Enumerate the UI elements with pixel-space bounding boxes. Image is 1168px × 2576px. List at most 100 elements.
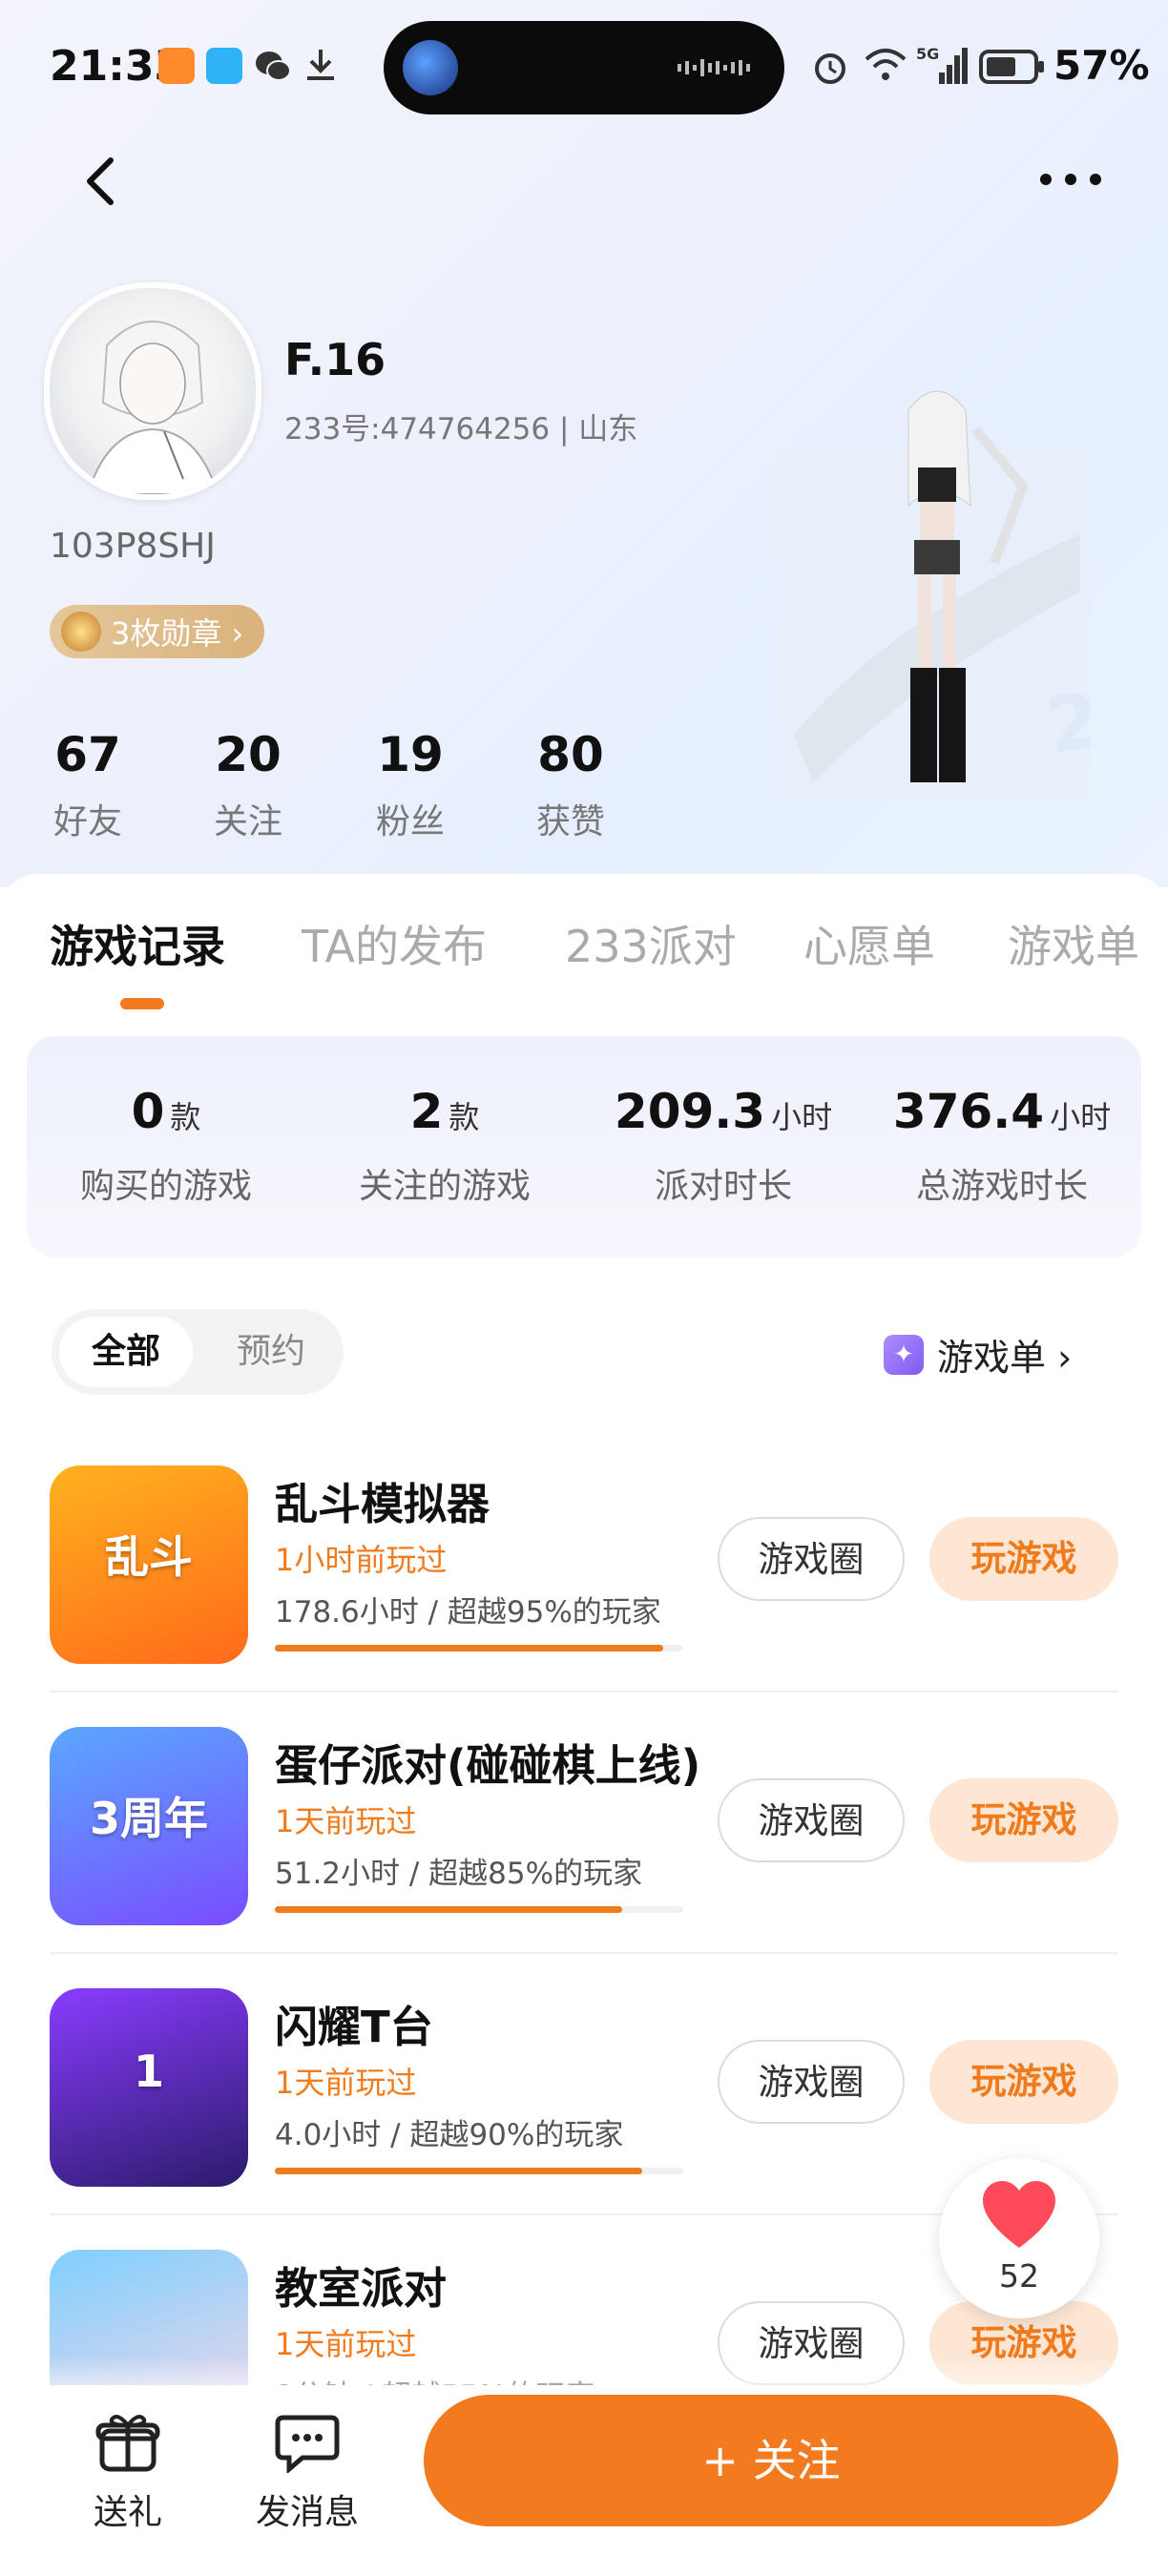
- tab-233-party[interactable]: 233派对: [565, 912, 737, 975]
- last-played: 1天前玩过: [275, 2065, 417, 2101]
- rank-progress-track: [275, 2168, 683, 2174]
- summary-value: 376.4: [892, 1084, 1045, 1139]
- follow-button[interactable]: + 关注: [424, 2395, 1118, 2526]
- summary-purchased[interactable]: 0款 购买的游戏: [27, 1036, 305, 1257]
- more-options-button[interactable]: [1032, 160, 1109, 198]
- last-played: 1天前玩过: [275, 1803, 417, 1839]
- dynamic-island: [384, 21, 784, 114]
- island-app-icon: [403, 40, 458, 95]
- summary-followed[interactable]: 2款 关注的游戏: [305, 1036, 584, 1257]
- game-list-link[interactable]: ✦ 游戏单 ›: [884, 1328, 1072, 1381]
- rank-progress-fill: [275, 1906, 622, 1913]
- play-game-button[interactable]: 玩游戏: [929, 2040, 1118, 2124]
- game-circle-button[interactable]: 游戏圈: [718, 1778, 905, 1862]
- wechat-icon: [254, 48, 292, 84]
- rank-progress-track: [275, 1645, 683, 1652]
- thumbnail-caption: 1: [133, 2046, 164, 2097]
- game-thumbnail[interactable]: 3周年: [50, 1727, 248, 1925]
- game-list-label: 游戏单 ›: [937, 1337, 1073, 1379]
- heart-icon: [983, 2181, 1055, 2248]
- tab-game-list[interactable]: 游戏单: [1008, 912, 1139, 975]
- summary-value: 209.3: [614, 1084, 766, 1139]
- rank-progress-fill: [275, 1645, 663, 1652]
- medal-icon: [61, 612, 101, 652]
- character-illustration: 233: [775, 390, 1168, 801]
- more-dots-icon: [1040, 174, 1101, 185]
- game-name[interactable]: 蛋仔派对(碰碰棋上线): [275, 1731, 700, 1793]
- like-button[interactable]: 52: [939, 2158, 1099, 2318]
- play-stat: 51.2小时 / 超越85%的玩家: [275, 1857, 643, 1891]
- svg-text:5G: 5G: [916, 45, 939, 63]
- filter-all[interactable]: 全部: [59, 1317, 193, 1387]
- stat-fans-value[interactable]: 19: [334, 727, 487, 782]
- summary-value: 2: [409, 1084, 444, 1139]
- last-played: 1小时前玩过: [275, 1542, 448, 1578]
- user-id-location: 233号:474764256 | 山东: [284, 412, 638, 447]
- gift-button[interactable]: 送礼: [61, 2412, 195, 2534]
- message-label: 发消息: [255, 2493, 359, 2532]
- chat-bubble-icon: [275, 2415, 340, 2475]
- summary-label: 关注的游戏: [358, 1167, 531, 1206]
- tab-indicator: [120, 998, 164, 1009]
- game-name[interactable]: 闪耀T台: [275, 1992, 433, 2054]
- signal-5g-icon: 5G: [916, 44, 968, 86]
- game-circle-button[interactable]: 游戏圈: [718, 1517, 905, 1601]
- filter-reserve[interactable]: 预约: [214, 1317, 328, 1387]
- play-game-button[interactable]: 玩游戏: [929, 1517, 1118, 1601]
- alarm-icon: [811, 48, 849, 86]
- summary-unit: 款: [448, 1099, 480, 1135]
- tab-game-records[interactable]: 游戏记录: [50, 912, 225, 975]
- back-button[interactable]: [74, 153, 132, 210]
- summary-value: 0: [131, 1084, 165, 1139]
- play-stat: 178.6小时 / 超越95%的玩家: [275, 1595, 661, 1630]
- filter-toggle: 全部 预约: [52, 1309, 344, 1395]
- reader-icon: [206, 48, 242, 84]
- game-circle-button[interactable]: 游戏圈: [718, 2040, 905, 2124]
- audio-wave-icon: [678, 59, 750, 76]
- like-count: 52: [999, 2257, 1039, 2295]
- thumbnail-caption: 3周年: [89, 1793, 208, 1844]
- user-code: 103P8SHJ: [50, 527, 216, 566]
- gift-icon: [95, 2415, 160, 2472]
- play-stat: 4.0小时 / 超越90%的玩家: [275, 2118, 624, 2152]
- game-name[interactable]: 教室派对: [275, 2254, 447, 2316]
- game-record-row[interactable]: 乱斗 乱斗模拟器 1小时前玩过 178.6小时 / 超越95%的玩家 游戏圈 玩…: [50, 1431, 1118, 1693]
- avatar-character[interactable]: 233: [775, 372, 1168, 811]
- stat-fans-label[interactable]: 粉丝: [334, 794, 487, 843]
- medal-label: 3枚勋章 ›: [111, 615, 244, 652]
- stat-following-value[interactable]: 20: [172, 727, 324, 782]
- stat-likes-label: 获赞: [535, 802, 605, 841]
- stat-friends-value[interactable]: 67: [11, 727, 164, 782]
- game-thumbnail[interactable]: 乱斗: [50, 1465, 248, 1664]
- game-summary-card: 0款 购买的游戏 2款 关注的游戏 209.3 小时 派对时长 376.4 小时 总…: [27, 1036, 1141, 1257]
- summary-label: 总游戏时长: [915, 1167, 1088, 1206]
- tab-posts[interactable]: TA的发布: [302, 912, 487, 975]
- summary-unit: 款: [170, 1099, 201, 1135]
- summary-unit: 小时: [771, 1099, 833, 1135]
- game-name[interactable]: 乱斗模拟器: [275, 1469, 490, 1531]
- taobao-icon: [158, 48, 195, 84]
- sparkle-icon: ✦: [884, 1334, 924, 1375]
- summary-label: 派对时长: [654, 1167, 792, 1206]
- download-icon: [303, 46, 338, 84]
- bottom-action-bar: 送礼 发消息 + 关注: [0, 2385, 1168, 2576]
- play-game-button[interactable]: 玩游戏: [929, 1778, 1118, 1862]
- summary-party-time: 209.3 小时 派对时长: [584, 1036, 863, 1257]
- game-record-row[interactable]: 1 闪耀T台 1天前玩过 4.0小时 / 超越90%的玩家 游戏圈 玩游戏: [50, 1954, 1118, 2215]
- rank-progress-fill: [275, 2168, 643, 2174]
- user-avatar[interactable]: [44, 282, 261, 500]
- medal-chip[interactable]: 3枚勋章 ›: [50, 605, 265, 658]
- game-record-row[interactable]: 3周年 蛋仔派对(碰碰棋上线) 1天前玩过 51.2小时 / 超越85%的玩家 …: [50, 1693, 1118, 1954]
- chevron-left-icon: [87, 157, 114, 205]
- summary-label: 购买的游戏: [79, 1167, 252, 1206]
- wifi-icon: [863, 46, 908, 84]
- rank-progress-track: [275, 1906, 683, 1913]
- username: F.16: [284, 334, 386, 385]
- summary-unit: 小时: [1050, 1099, 1112, 1135]
- tab-wishlist[interactable]: 心愿单: [803, 912, 935, 975]
- avatar-illustration: [86, 321, 219, 494]
- stat-following-label[interactable]: 关注: [172, 794, 324, 843]
- message-button[interactable]: 发消息: [240, 2412, 374, 2534]
- stat-friends-label[interactable]: 好友: [11, 794, 164, 843]
- game-thumbnail[interactable]: 1: [50, 1988, 248, 2187]
